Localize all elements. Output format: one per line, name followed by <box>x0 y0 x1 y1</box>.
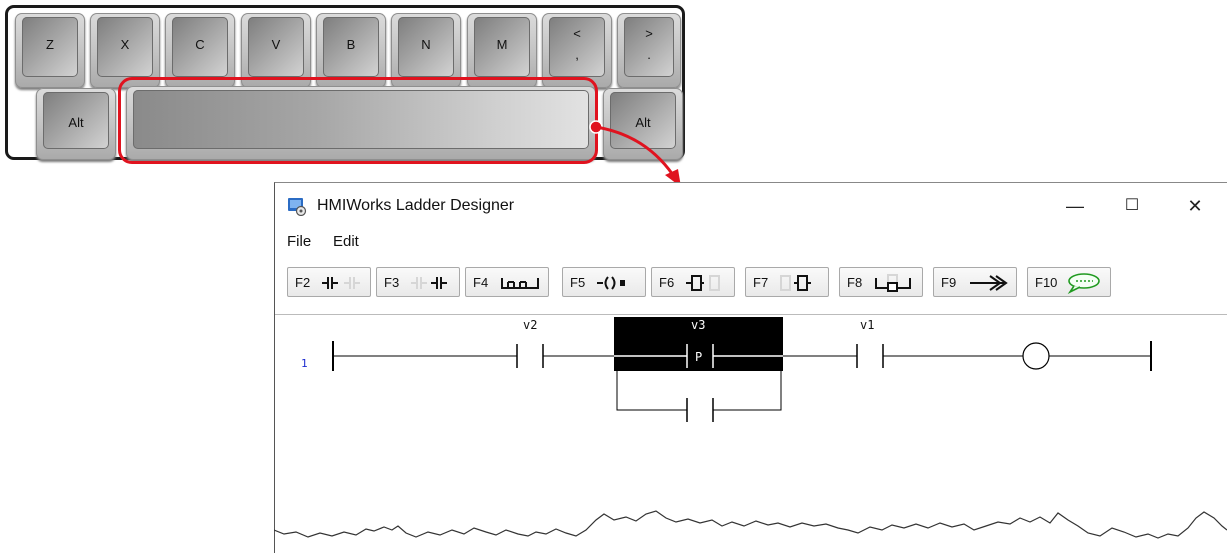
toolbar-key-label: F10 <box>1035 275 1058 290</box>
toolbar-f6-button[interactable]: F6 <box>651 267 735 297</box>
ladder-rung-drawing <box>332 341 1152 422</box>
parallel-contact-icon <box>411 277 447 289</box>
toolbar: F2 F3 F4 F5 F6 F7 F8 F9 F10 <box>275 257 1227 313</box>
positive-edge-label: P <box>695 350 703 364</box>
toolbar-key-label: F7 <box>753 275 769 290</box>
ladder-canvas[interactable]: 1 v2 v3 v1 P <box>275 314 1227 524</box>
key-label-bottom: . <box>647 47 651 62</box>
key-label: V <box>271 37 281 52</box>
parallel-block-icon <box>780 275 811 291</box>
toolbar-key-label: F9 <box>941 275 957 290</box>
key-label: B <box>346 37 356 52</box>
key-period: > . <box>617 13 681 88</box>
toolbar-key-label: F5 <box>570 275 586 290</box>
toolbar-f3-button[interactable]: F3 <box>376 267 460 297</box>
key-label: N <box>421 37 431 52</box>
maximize-icon[interactable]: ☐ <box>1117 193 1147 219</box>
space-key-highlight <box>118 77 598 164</box>
branch-block-icon <box>875 274 911 292</box>
jump-arrow-icon <box>970 275 1008 291</box>
key-label: Z <box>46 37 54 52</box>
app-icon <box>288 198 307 216</box>
contact-label-v3: v3 <box>691 318 706 332</box>
series-contact-icon <box>322 277 360 289</box>
menu-bar: File Edit <box>275 229 1227 257</box>
contact-label-v2: v2 <box>523 318 538 332</box>
title-bar: HMIWorks Ladder Designer — ☐ ✕ <box>275 183 1227 229</box>
toolbar-f8-button[interactable]: F8 <box>839 267 923 297</box>
toolbar-key-label: F6 <box>659 275 675 290</box>
toolbar-f5-button[interactable]: F5 <box>562 267 646 297</box>
minimize-icon[interactable]: — <box>1060 193 1090 219</box>
key-label: C <box>195 37 205 52</box>
close-icon[interactable]: ✕ <box>1180 193 1210 219</box>
key-label: M <box>496 37 508 52</box>
key-label-bottom: , <box>575 47 579 62</box>
toolbar-f7-button[interactable]: F7 <box>745 267 829 297</box>
toolbar-key-label: F2 <box>295 275 311 290</box>
key-z: Z <box>15 13 85 88</box>
key-label-top: < <box>573 26 581 41</box>
toolbar-f9-button[interactable]: F9 <box>933 267 1017 297</box>
coil-icon <box>597 276 625 290</box>
comment-icon <box>1067 273 1100 294</box>
toolbar-key-label: F4 <box>473 275 489 290</box>
function-block-icon <box>686 275 720 291</box>
key-label: X <box>120 37 130 52</box>
toolbar-f4-button[interactable]: F4 <box>465 267 549 297</box>
ladder-designer-window: HMIWorks Ladder Designer — ☐ ✕ File Edit… <box>274 182 1227 553</box>
toolbar-f2-button[interactable]: F2 <box>287 267 371 297</box>
window-title: HMIWorks Ladder Designer <box>317 197 515 214</box>
key-label-top: > <box>645 26 653 41</box>
key-alt-left: Alt <box>36 88 116 160</box>
toolbar-key-label: F8 <box>847 275 863 290</box>
torn-edge <box>274 510 1227 539</box>
contact-label-v1: v1 <box>860 318 875 332</box>
key-label: Alt <box>68 115 84 130</box>
branch-contact-icon <box>501 278 539 289</box>
toolbar-f10-button[interactable]: F10 <box>1027 267 1111 297</box>
toolbar-key-label: F3 <box>384 275 400 290</box>
menu-file[interactable]: File <box>287 233 311 250</box>
menu-edit[interactable]: Edit <box>333 233 359 250</box>
